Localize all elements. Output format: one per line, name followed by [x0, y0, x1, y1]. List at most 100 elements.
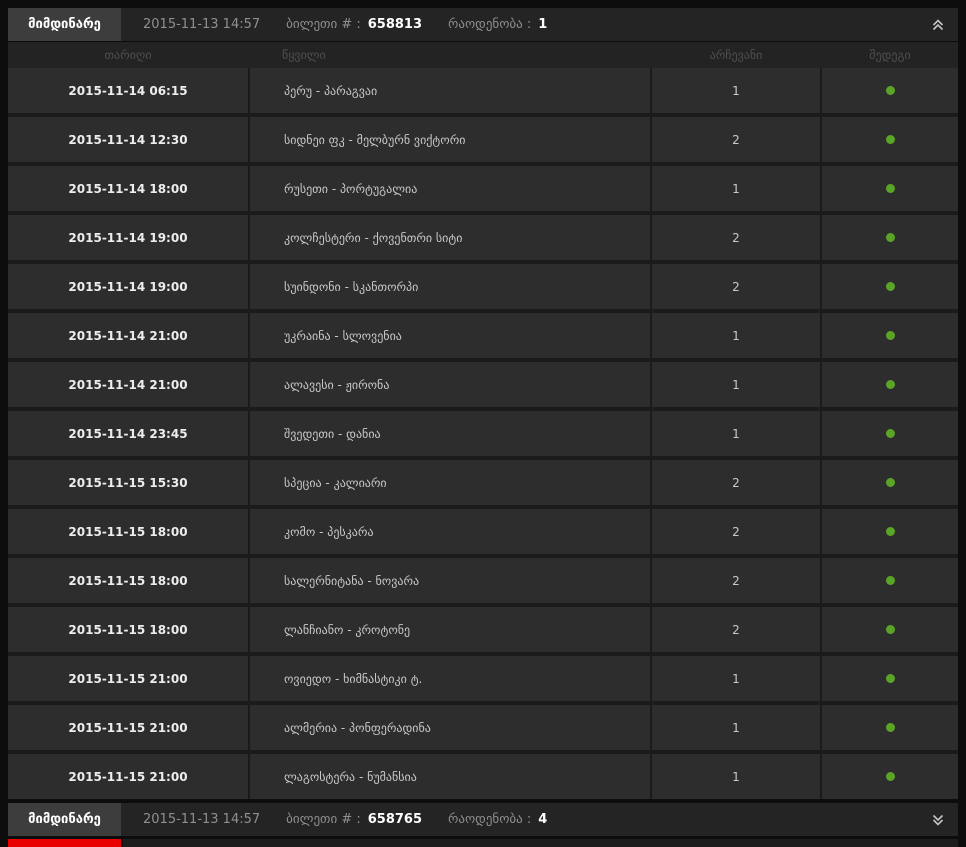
- tab-current-ticket[interactable]: მიმდინარე: [8, 803, 121, 836]
- table-row: 2015-11-15 18:00 სალერნიტანა - ნოვარა 2: [8, 558, 958, 603]
- result-won-dot: [885, 429, 895, 438]
- row-pair: რუსეთი - პორტუგალია: [250, 166, 650, 211]
- table-row: 2015-11-14 19:00 კოლჩესტერი - ქოვენთრი სი…: [8, 215, 958, 260]
- row-pair: სუინდონი - სკანთორპი: [250, 264, 650, 309]
- row-date: 2015-11-15 18:00: [8, 607, 248, 652]
- row-choice: 2: [652, 117, 820, 162]
- row-choice: 1: [652, 411, 820, 456]
- next-ticket-bar-fragment: [123, 839, 958, 847]
- result-won-dot: [885, 478, 895, 487]
- row-date: 2015-11-14 06:15: [8, 68, 248, 113]
- ticket-number-value: 658765: [367, 812, 423, 827]
- result-won-dot: [885, 86, 895, 95]
- table-row: 2015-11-15 15:30 სპეცია - კალიარი 2: [8, 460, 958, 505]
- row-pair: სპეცია - კალიარი: [250, 460, 650, 505]
- row-date: 2015-11-14 21:00: [8, 313, 248, 358]
- row-date: 2015-11-14 19:00: [8, 215, 248, 260]
- ticket-count-value: 1: [538, 17, 548, 32]
- row-pair: ლაგოსტერა - ნუმანსია: [250, 754, 650, 799]
- row-choice: 1: [652, 705, 820, 750]
- row-result: [822, 705, 958, 750]
- ticket-history-panel: მიმდინარე 2015-11-13 14:57 ბილეთი # : 65…: [0, 0, 966, 847]
- ticket-count-label: რაოდენობა :: [448, 812, 532, 827]
- row-date: 2015-11-15 18:00: [8, 509, 248, 554]
- row-pair: შვედეთი - დანია: [250, 411, 650, 456]
- row-pair: უკრაინა - სლოვენია: [250, 313, 650, 358]
- ticket-datetime: 2015-11-13 14:57: [143, 812, 261, 827]
- row-result: [822, 313, 958, 358]
- row-choice: 1: [652, 754, 820, 799]
- ticket-info: 2015-11-13 14:57 ბილეთი # : 658813 რაოდე…: [143, 8, 547, 41]
- row-date: 2015-11-15 18:00: [8, 558, 248, 603]
- row-result: [822, 166, 958, 211]
- row-result: [822, 215, 958, 260]
- row-choice: 2: [652, 264, 820, 309]
- row-choice: 1: [652, 656, 820, 701]
- ticket-count-label: რაოდენობა :: [448, 17, 532, 32]
- ticket-bar-bottom: მიმდინარე 2015-11-13 14:57 ბილეთი # : 65…: [8, 803, 958, 836]
- result-won-dot: [885, 625, 895, 634]
- row-result: [822, 117, 958, 162]
- next-ticket-bar-partial: [8, 839, 958, 847]
- ticket-number-label: ბილეთი # :: [286, 812, 361, 827]
- collapse-ticket-button[interactable]: [929, 16, 947, 34]
- result-won-dot: [885, 527, 895, 536]
- row-date: 2015-11-15 21:00: [8, 656, 248, 701]
- row-date: 2015-11-15 21:00: [8, 754, 248, 799]
- row-pair: ოვიედო - ხიმნასტიკი ტ.: [250, 656, 650, 701]
- result-won-dot: [885, 233, 895, 242]
- table-row: 2015-11-15 21:00 ლაგოსტერა - ნუმანსია 1: [8, 754, 958, 799]
- row-pair: სალერნიტანა - ნოვარა: [250, 558, 650, 603]
- table-row: 2015-11-14 21:00 უკრაინა - სლოვენია 1: [8, 313, 958, 358]
- row-choice: 2: [652, 509, 820, 554]
- result-won-dot: [885, 723, 895, 732]
- row-result: [822, 607, 958, 652]
- row-pair: ალმერია - პონფერადინა: [250, 705, 650, 750]
- table-header-row: თარიღი წყვილი არჩევანი შედეგი: [8, 42, 958, 68]
- result-won-dot: [885, 184, 895, 193]
- row-pair: კომო - პესკარა: [250, 509, 650, 554]
- table-row: 2015-11-14 12:30 სიდნეი ფკ - მელბურნ ვიქტ…: [8, 117, 958, 162]
- row-pair: ალავესი - ჟირონა: [250, 362, 650, 407]
- result-won-dot: [885, 772, 895, 781]
- row-result: [822, 411, 958, 456]
- row-pair: პერუ - პარაგვაი: [250, 68, 650, 113]
- row-pair: სიდნეი ფკ - მელბურნ ვიქტორი: [250, 117, 650, 162]
- table-row: 2015-11-15 18:00 ლანჩიანო - კროტონე 2: [8, 607, 958, 652]
- table-row: 2015-11-14 06:15 პერუ - პარაგვაი 1: [8, 68, 958, 113]
- table-row: 2015-11-14 21:00 ალავესი - ჟირონა 1: [8, 362, 958, 407]
- row-choice: 1: [652, 313, 820, 358]
- ticket-number-value: 658813: [367, 17, 423, 32]
- lost-ticket-tab-fragment[interactable]: [8, 839, 121, 847]
- result-won-dot: [885, 282, 895, 291]
- ticket-count-value: 4: [538, 812, 548, 827]
- row-choice: 1: [652, 68, 820, 113]
- expand-ticket-button[interactable]: [929, 811, 947, 829]
- result-won-dot: [885, 674, 895, 683]
- row-result: [822, 558, 958, 603]
- ticket-bar-top: მიმდინარე 2015-11-13 14:57 ბილეთი # : 65…: [8, 8, 958, 41]
- row-result: [822, 460, 958, 505]
- row-date: 2015-11-15 21:00: [8, 705, 248, 750]
- table-row: 2015-11-14 19:00 სუინდონი - სკანთორპი 2: [8, 264, 958, 309]
- row-date: 2015-11-14 21:00: [8, 362, 248, 407]
- row-date: 2015-11-14 23:45: [8, 411, 248, 456]
- row-choice: 2: [652, 460, 820, 505]
- tab-current-ticket[interactable]: მიმდინარე: [8, 8, 121, 41]
- table-row: 2015-11-15 21:00 ოვიედო - ხიმნასტიკი ტ. 1: [8, 656, 958, 701]
- row-pair: კოლჩესტერი - ქოვენთრი სიტი: [250, 215, 650, 260]
- row-choice: 2: [652, 607, 820, 652]
- column-header-result: შედეგი: [869, 48, 911, 62]
- ticket-number-label: ბილეთი # :: [286, 17, 361, 32]
- table-row: 2015-11-15 18:00 კომო - პესკარა 2: [8, 509, 958, 554]
- result-won-dot: [885, 380, 895, 389]
- row-date: 2015-11-14 12:30: [8, 117, 248, 162]
- result-won-dot: [885, 331, 895, 340]
- row-pair: ლანჩიანო - კროტონე: [250, 607, 650, 652]
- result-won-dot: [885, 576, 895, 585]
- row-result: [822, 362, 958, 407]
- row-result: [822, 264, 958, 309]
- row-result: [822, 754, 958, 799]
- ticket-rows: 2015-11-14 06:15 პერუ - პარაგვაი 1 2015-11-…: [8, 68, 958, 799]
- row-choice: 1: [652, 362, 820, 407]
